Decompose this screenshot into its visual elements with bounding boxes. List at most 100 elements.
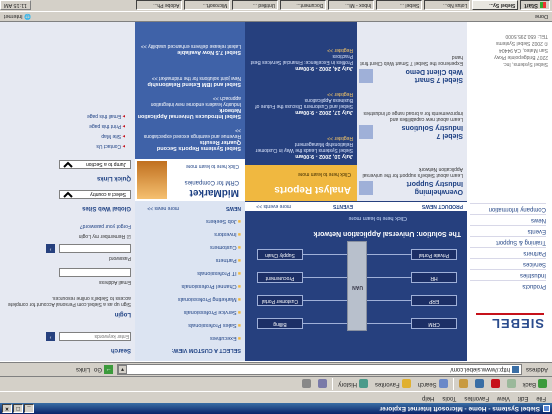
search-icon: [438, 379, 448, 389]
nav-training-support[interactable]: Training & Support: [470, 236, 546, 247]
company-contact: Siebel Systems, Inc. 2207 Bridgepointe P…: [494, 33, 548, 67]
view-sales[interactable]: Sales Professionals: [188, 322, 241, 328]
view-partners[interactable]: Partners: [216, 257, 241, 263]
taskbar-item[interactable]: Siebel Sy...: [472, 0, 519, 11]
menu-edit[interactable]: Edit: [518, 392, 528, 403]
event-item[interactable]: July 24, 2002 - 9:00am Profiles in Excel…: [249, 47, 353, 71]
home-button[interactable]: [457, 378, 470, 391]
analyst-learn-more-link[interactable]: Click here to learn more: [298, 171, 351, 177]
taskbar-item[interactable]: Document...: [280, 0, 327, 11]
news-item[interactable]: Siebel and IBM Extend Relationship New jo…: [137, 75, 241, 87]
nav-partners[interactable]: Partners: [470, 247, 546, 258]
contact-us-link[interactable]: Contact Us: [96, 143, 125, 149]
view-executives[interactable]: Executives: [210, 335, 241, 341]
search-input[interactable]: [59, 332, 131, 341]
standard-toolbar: Back Search Favorites History: [0, 376, 552, 392]
diagram-connector: [367, 300, 411, 301]
global-sites-title: Global Web Sites: [82, 205, 131, 211]
left-navigation: SIEBEL Products Industries Services Part…: [467, 22, 552, 361]
forgot-password-link[interactable]: Forgot your password?: [5, 223, 131, 229]
more-news-link[interactable]: more news >>: [147, 205, 179, 211]
country-select[interactable]: Select a country: [59, 190, 131, 199]
minimize-button[interactable]: _: [24, 404, 34, 413]
news-item[interactable]: Siebel Systems Reports Second Quarter Re…: [137, 127, 241, 151]
go-button[interactable]: → Go: [94, 365, 113, 374]
view-channel[interactable]: Channel Professionals: [182, 283, 241, 289]
news-item[interactable]: Siebel 7.5 Now Available Latest release d…: [137, 43, 241, 55]
diagram-learn-more-link[interactable]: Click here to learn more: [349, 215, 407, 221]
nav-events[interactable]: Events: [470, 225, 546, 236]
mail-button[interactable]: [316, 378, 329, 391]
nav-industries[interactable]: Industries: [470, 269, 546, 280]
menu-tools[interactable]: Tools: [442, 392, 456, 403]
taskbar-item[interactable]: Inbox - Mi...: [328, 0, 375, 11]
nav-news[interactable]: News: [470, 214, 546, 225]
uan-diagram-banner[interactable]: UAN CRM ERP HR Private Portal Billing Cu…: [245, 211, 467, 361]
print-button[interactable]: [300, 378, 313, 391]
product-item[interactable]: Overwhelming Industry Support Learn abou…: [359, 166, 463, 195]
nav-products[interactable]: Products: [470, 280, 546, 291]
email-field[interactable]: [59, 268, 131, 277]
links-button[interactable]: Links: [76, 367, 90, 373]
taskbar-item[interactable]: Siebel ...: [376, 0, 423, 11]
nav-company-information[interactable]: Company Information: [470, 203, 546, 214]
print-page-link[interactable]: Print this page: [89, 123, 125, 129]
nav-services[interactable]: Services: [470, 258, 546, 269]
diagram-box-private-portal: Private Portal: [411, 249, 457, 260]
view-it[interactable]: IT Professionals: [197, 270, 241, 276]
search-go-button[interactable]: ›: [46, 332, 55, 341]
view-investors[interactable]: Investors: [214, 231, 241, 237]
diagram-connector: [367, 254, 411, 255]
history-icon: [358, 379, 368, 389]
view-job-seekers[interactable]: Job Seekers: [206, 218, 241, 224]
menu-view[interactable]: View: [497, 392, 510, 403]
view-marketing[interactable]: Marketing Professionals: [178, 296, 241, 302]
menu-favorites[interactable]: Favorites: [464, 392, 489, 403]
forward-button[interactable]: [505, 378, 518, 391]
taskbar-item[interactable]: Untitled ...: [232, 0, 279, 11]
email-page-link[interactable]: Email this page: [87, 113, 125, 119]
favorites-button[interactable]: Favorites: [373, 378, 413, 391]
analyst-reports-ad[interactable]: Analyst Reports Click here to learn more: [245, 165, 357, 201]
midmarket-crm-ad[interactable]: MidMarket CRM for Companies Click here t…: [135, 159, 245, 201]
product-item[interactable]: Siebel 7 Industry Solutions Learn about …: [359, 110, 463, 139]
start-button[interactable]: Start: [520, 0, 550, 11]
view-customers[interactable]: Customers: [210, 244, 241, 250]
crm-learn-more-link[interactable]: Click here to learn more: [186, 163, 239, 169]
stop-button[interactable]: [489, 378, 502, 391]
menu-file[interactable]: File: [536, 392, 546, 403]
menu-bar: File Edit View Favorites Tools Help: [0, 392, 552, 403]
more-events-link[interactable]: more events >>: [256, 203, 291, 209]
menu-help[interactable]: Help: [422, 392, 434, 403]
search-button[interactable]: Search: [416, 378, 450, 391]
siebel-logo[interactable]: SIEBEL: [476, 313, 544, 331]
back-button[interactable]: Back: [521, 378, 549, 391]
address-input[interactable]: http://www.siebel.com/ ▼: [116, 364, 522, 375]
history-button[interactable]: History: [336, 378, 370, 391]
site-map-link[interactable]: Site Map: [101, 133, 125, 139]
section-select[interactable]: Jump to a Section: [59, 160, 131, 169]
password-field[interactable]: [59, 244, 131, 253]
news-header: NEWS: [226, 205, 241, 211]
event-item[interactable]: July 17, 2002 - 9:00am Siebel and Custom…: [249, 91, 353, 115]
news-item[interactable]: Siebel Introduces Universal Application …: [137, 95, 241, 119]
event-item[interactable]: July 10, 2002 - 9:00am Siebel Systems Le…: [249, 135, 353, 159]
taskbar-item[interactable]: Microsoft...: [184, 0, 231, 11]
maximize-button[interactable]: □: [13, 404, 23, 413]
taskbar-item[interactable]: Lotus No...: [424, 0, 471, 11]
back-arrow-icon: [538, 379, 547, 389]
product-item[interactable]: Siebel 7 Smart Web Client Demo Experienc…: [359, 54, 463, 83]
remember-login[interactable]: ☑ Remember my Login: [5, 233, 131, 239]
product-thumbnail: [359, 125, 373, 139]
login-go-button[interactable]: ›: [46, 244, 55, 253]
diagram-box-procurement: Procurement: [257, 272, 303, 283]
address-dropdown-icon[interactable]: ▼: [117, 365, 127, 374]
refresh-button[interactable]: [473, 378, 486, 391]
product-thumbnail: [359, 181, 373, 195]
screen: Siebel Systems - Home - Microsoft Intern…: [0, 0, 552, 414]
taskbar-item[interactable]: Adobe Ph...: [136, 0, 183, 11]
close-button[interactable]: ×: [2, 404, 12, 413]
window-titlebar[interactable]: Siebel Systems - Home - Microsoft Intern…: [0, 403, 552, 414]
system-tray-clock[interactable]: 11:15 AM: [0, 0, 31, 11]
view-service[interactable]: Service Professionals: [184, 309, 241, 315]
